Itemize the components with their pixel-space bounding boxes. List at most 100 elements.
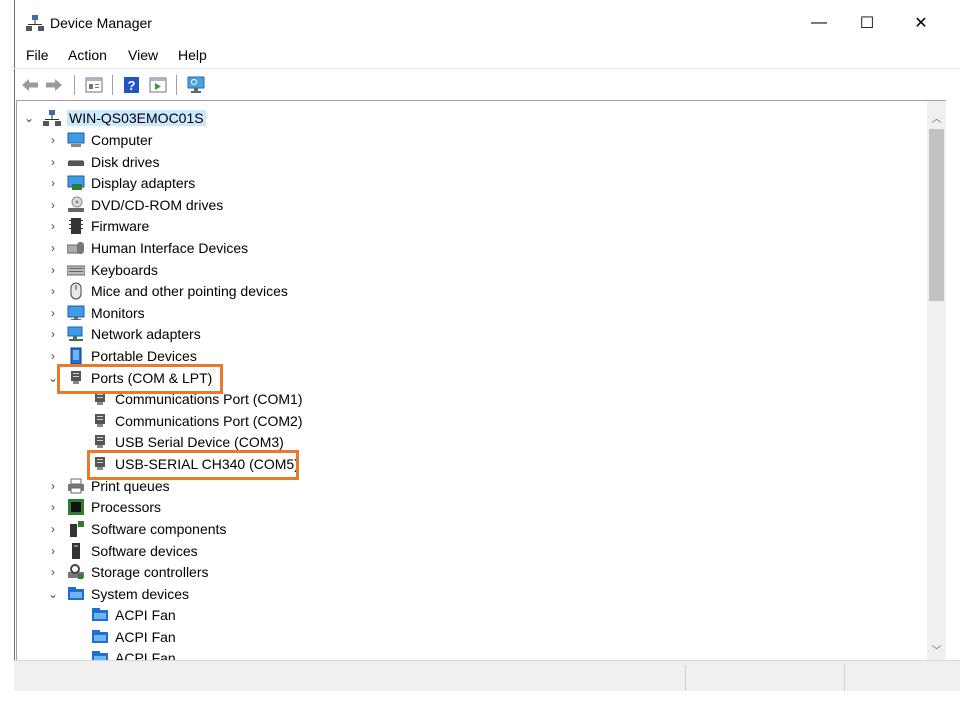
chevron-right-icon[interactable]: ›: [47, 172, 59, 193]
tree-item-label: Monitors: [91, 304, 145, 321]
tree-item-label: Computer: [91, 131, 153, 148]
keyboard-icon: [67, 265, 85, 275]
minimize-button[interactable]: —: [796, 8, 842, 38]
chevron-right-icon[interactable]: ›: [47, 475, 59, 496]
scroll-down-icon[interactable]: ﹀: [927, 641, 946, 658]
help-icon[interactable]: ?: [122, 76, 142, 94]
chevron-right-icon[interactable]: ›: [47, 237, 59, 258]
tree-item-firmware[interactable]: Firmware: [67, 215, 149, 236]
chevron-right-icon[interactable]: ›: [47, 496, 59, 517]
menu-action[interactable]: Action: [68, 47, 107, 63]
portable-device-icon: [70, 347, 82, 364]
computer-network-icon: [43, 109, 61, 126]
tree-root-label: WIN-QS03EMOC01S: [67, 109, 206, 126]
scroll-up-icon[interactable]: ︿: [927, 109, 946, 126]
status-bar: [14, 660, 960, 691]
menu-view[interactable]: View: [128, 47, 158, 63]
scrollbar-thumb[interactable]: [929, 129, 944, 301]
tree-root[interactable]: WIN-QS03EMOC01S: [43, 107, 206, 128]
tree-item-human-interface-devices[interactable]: Human Interface Devices: [67, 237, 248, 258]
tree-item-mice[interactable]: Mice and other pointing devices: [67, 280, 288, 301]
tree-item-disk-drives[interactable]: Disk drives: [67, 151, 159, 172]
toolbar: ?: [14, 68, 960, 99]
processor-icon: [68, 498, 84, 515]
device-tree: ⌄ WIN-QS03EMOC01S › Computer › Disk driv…: [16, 100, 928, 661]
tree-item-com3[interactable]: USB Serial Device (COM3): [91, 431, 284, 452]
tree-item-computer[interactable]: Computer: [67, 129, 152, 150]
tree-item-acpi-fan[interactable]: ACPI Fan: [91, 604, 176, 625]
dvd-drive-icon: [68, 196, 84, 212]
tree-item-label: Processors: [91, 498, 162, 515]
chevron-right-icon[interactable]: ›: [47, 151, 59, 172]
tree-item-label: Portable Devices: [91, 347, 197, 364]
status-divider: [844, 665, 845, 691]
tree-item-label: Human Interface Devices: [91, 239, 249, 256]
tree-item-processors[interactable]: Processors: [67, 496, 161, 517]
tree-item-network-adapters[interactable]: Network adapters: [67, 323, 201, 344]
tree-item-keyboards[interactable]: Keyboards: [67, 259, 158, 280]
tree-item-software-components[interactable]: Software components: [67, 518, 226, 539]
tree-item-label: Disk drives: [91, 153, 160, 170]
chevron-down-icon[interactable]: ⌄: [23, 107, 35, 128]
tree-item-acpi-fan[interactable]: ACPI Fan: [91, 626, 176, 647]
system-devices-icon: [92, 607, 108, 621]
tree-item-label: Mice and other pointing devices: [91, 282, 288, 299]
chevron-right-icon[interactable]: ›: [47, 280, 59, 301]
tree-item-label: Software devices: [91, 542, 198, 559]
tree-item-dvd-cd-rom-drives[interactable]: DVD/CD-ROM drives: [67, 194, 223, 215]
maximize-button[interactable]: ☐: [844, 8, 890, 38]
chevron-right-icon[interactable]: ›: [47, 259, 59, 280]
tree-item-system-devices[interactable]: System devices: [67, 583, 189, 604]
computer-icon: [67, 132, 85, 147]
tree-item-display-adapters[interactable]: Display adapters: [67, 172, 195, 193]
svg-text:?: ?: [128, 78, 136, 93]
menu-bar: File Action View Help: [14, 44, 960, 66]
tree-item-com2[interactable]: Communications Port (COM2): [91, 410, 303, 431]
chevron-right-icon[interactable]: ›: [47, 215, 59, 236]
tree-item-portable-devices[interactable]: Portable Devices: [67, 345, 197, 366]
tree-item-label: Firmware: [91, 217, 150, 234]
port-icon: [95, 434, 105, 448]
title-bar: Device Manager — ☐ ✕: [14, 0, 960, 44]
tree-item-label: Storage controllers: [91, 563, 209, 580]
tree-item-storage-controllers[interactable]: Storage controllers: [67, 561, 209, 582]
tree-item-label: ACPI Fan: [115, 606, 176, 623]
chevron-right-icon[interactable]: ›: [47, 561, 59, 582]
chevron-right-icon[interactable]: ›: [47, 518, 59, 539]
tree-item-monitors[interactable]: Monitors: [67, 302, 145, 323]
update-driver-icon[interactable]: [148, 76, 168, 94]
tree-item-software-devices[interactable]: Software devices: [67, 540, 198, 561]
chevron-right-icon[interactable]: ›: [47, 194, 59, 215]
chevron-right-icon[interactable]: ›: [47, 323, 59, 344]
properties-icon[interactable]: [84, 76, 104, 94]
storage-controller-icon: [68, 563, 84, 579]
tree-item-label: System devices: [91, 585, 190, 602]
tree-item-acpi-fan[interactable]: ACPI Fan: [91, 647, 176, 661]
firmware-icon: [69, 217, 83, 234]
network-adapter-icon: [67, 326, 83, 341]
tree-item-label: ACPI Fan: [115, 628, 176, 645]
chevron-right-icon[interactable]: ›: [47, 129, 59, 150]
chevron-right-icon[interactable]: ›: [47, 345, 59, 366]
tree-item-label: Software components: [91, 520, 227, 537]
toolbar-separator: [176, 75, 177, 95]
tree-item-label: DVD/CD-ROM drives: [91, 196, 224, 213]
menu-help[interactable]: Help: [178, 47, 207, 63]
chevron-right-icon[interactable]: ›: [47, 302, 59, 323]
vertical-scrollbar[interactable]: ︿ ﹀: [927, 100, 946, 661]
software-device-icon: [72, 542, 80, 559]
menu-file[interactable]: File: [26, 47, 49, 63]
system-devices-icon: [92, 629, 108, 643]
toolbar-separator: [74, 75, 75, 95]
hid-icon: [67, 241, 84, 254]
disk-drive-icon: [68, 159, 84, 166]
monitor-icon: [67, 305, 85, 320]
chevron-down-icon[interactable]: ⌄: [47, 583, 59, 604]
back-icon[interactable]: [20, 76, 40, 94]
close-button[interactable]: ✕: [898, 8, 944, 38]
forward-icon[interactable]: [44, 76, 64, 94]
printer-icon: [68, 478, 84, 493]
scan-hardware-icon[interactable]: [186, 76, 206, 94]
tree-item-label: Keyboards: [91, 261, 158, 278]
chevron-right-icon[interactable]: ›: [47, 540, 59, 561]
